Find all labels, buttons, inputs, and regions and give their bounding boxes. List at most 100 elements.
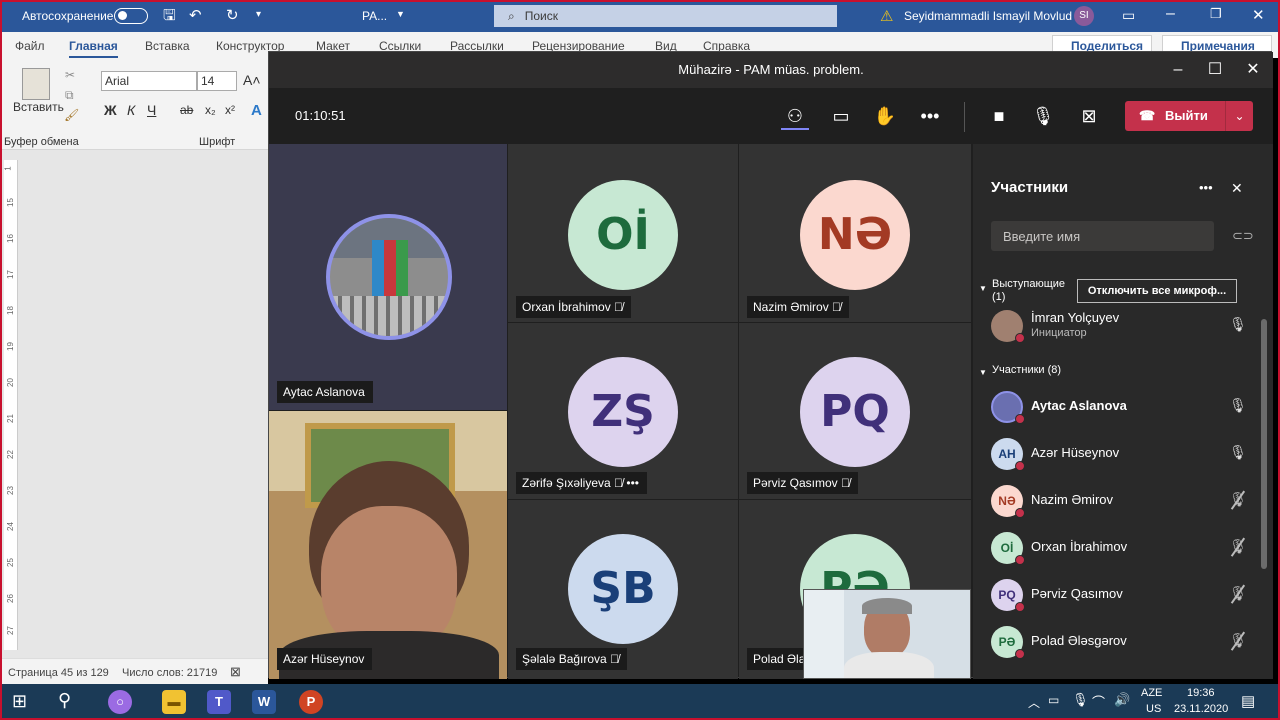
participants-toggle-icon[interactable]: ⚇ — [781, 102, 809, 130]
status-page[interactable]: Страница 45 из 129 — [8, 667, 109, 679]
cut-icon[interactable]: ✂ — [65, 68, 75, 82]
teams-maximize-icon[interactable]: ☐ — [1197, 52, 1233, 88]
close-icon[interactable]: ✕ — [1252, 6, 1265, 24]
participant-row[interactable]: PƏ Polad Ələsgərov 🎙 — [991, 622, 1261, 662]
user-avatar[interactable]: SI — [1074, 6, 1094, 26]
microphone-icon[interactable]: 🎙 — [1029, 102, 1057, 130]
subscript-button[interactable]: x₂ — [205, 103, 216, 117]
paste-icon[interactable] — [22, 68, 50, 100]
leave-button[interactable]: ☎ Выйти — [1125, 101, 1225, 131]
word-app-icon[interactable]: W — [252, 690, 276, 714]
participant-row[interactable]: AH Azər Hüseynov 🎙 — [991, 434, 1261, 474]
language-sub[interactable]: US — [1146, 703, 1161, 715]
title-chevron-down-icon[interactable]: ▼ — [396, 9, 405, 19]
video-tile[interactable]: ZŞ Zərifə Şıxəliyeva 🎙̸ ••• — [508, 323, 738, 499]
language-indicator[interactable]: AZE — [1141, 687, 1162, 699]
mute-all-button[interactable]: Отключить все микроф... — [1077, 279, 1237, 303]
muted-microphone-icon[interactable]: 🎙 — [1229, 491, 1247, 509]
user-name[interactable]: Seyidmammadli Ismayil Movlud — [904, 9, 1072, 23]
search-icon[interactable]: ⚲ — [58, 690, 71, 711]
bold-button[interactable]: Ж — [104, 102, 117, 118]
format-painter-icon[interactable]: 🖌 — [64, 108, 79, 122]
document-title[interactable]: PA... — [362, 9, 387, 23]
search-placeholder: Поиск — [524, 9, 558, 23]
participant-row[interactable]: PQ Pərviz Qasımov 🎙 — [991, 575, 1261, 615]
quick-access-menu-icon[interactable]: ▾ — [256, 9, 261, 20]
document-area[interactable]: 1 15 16 17 18 19 20 21 22 23 24 25 26 27 — [0, 150, 268, 658]
minimize-icon[interactable]: – — [1166, 5, 1175, 23]
underline-button[interactable]: Ч — [147, 102, 156, 118]
microphone-icon[interactable]: 🎙 — [1229, 444, 1247, 462]
microphone-tray-icon[interactable]: 🎙 — [1072, 692, 1089, 708]
proofing-icon[interactable]: ⊠ — [230, 664, 241, 680]
panel-close-icon[interactable]: ✕ — [1231, 180, 1243, 197]
more-actions-icon[interactable]: ••• — [916, 102, 944, 130]
leave-dropdown-icon[interactable]: ⌄ — [1225, 101, 1253, 131]
share-invite-icon[interactable]: ⊂⊃ — [1232, 228, 1254, 244]
camera-icon[interactable]: ■ — [985, 102, 1013, 130]
italic-button[interactable]: К — [127, 102, 135, 118]
stop-sharing-icon[interactable]: ⊠ — [1075, 102, 1103, 130]
cortana-icon[interactable]: ○ — [108, 690, 132, 714]
restore-icon[interactable]: ❐ — [1210, 6, 1222, 22]
menu-home[interactable]: Главная — [69, 39, 118, 59]
status-word-count[interactable]: Число слов: 21719 — [122, 667, 217, 679]
strikethrough-button[interactable]: ab — [180, 103, 193, 117]
menu-insert[interactable]: Вставка — [145, 39, 190, 53]
save-icon[interactable]: 🖫 — [163, 5, 176, 30]
video-tile[interactable]: PQ Pərviz Qasımov 🎙̸ — [739, 323, 971, 499]
microphone-icon[interactable]: 🎙 — [1229, 316, 1247, 334]
ruler-mark: 18 — [5, 306, 15, 315]
chat-icon[interactable]: ▭ — [827, 102, 855, 130]
participant-row[interactable]: NƏ Nazim Əmirov 🎙 — [991, 481, 1261, 521]
superscript-button[interactable]: x² — [225, 103, 235, 117]
panel-scrollbar[interactable] — [1261, 319, 1267, 569]
presence-status-icon — [1015, 414, 1025, 424]
windows-start-icon[interactable]: ⊞ — [12, 691, 27, 712]
autosave-toggle[interactable] — [114, 8, 148, 24]
grow-font-icon[interactable]: A˄ — [243, 72, 261, 88]
self-video-preview[interactable] — [803, 589, 971, 679]
redo-icon[interactable]: ↻ — [226, 6, 239, 24]
raise-hand-icon[interactable]: ✋ — [871, 102, 899, 130]
video-tile[interactable]: Aytac Aslanova — [269, 144, 507, 410]
font-name-select[interactable]: Arial — [101, 71, 197, 91]
volume-icon[interactable]: 🔊 — [1114, 692, 1130, 708]
paste-label[interactable]: Вставить — [13, 100, 64, 114]
presenter-row[interactable]: İmran Yolçuyev Инициатор 🎙 — [991, 306, 1261, 346]
panel-more-icon[interactable]: ••• — [1199, 180, 1213, 195]
network-icon[interactable]: ⌒ — [1092, 692, 1105, 711]
participant-row[interactable]: Oİ Orxan İbrahimov 🎙 — [991, 528, 1261, 568]
font-size-select[interactable]: 14 — [197, 71, 237, 91]
video-tile[interactable]: Azər Hüseynov — [269, 411, 507, 679]
file-explorer-icon[interactable]: ▬ — [162, 690, 186, 714]
clock-date[interactable]: 23.11.2020 — [1174, 703, 1228, 715]
video-tile[interactable]: Oİ Orxan İbrahimov 🎙̸ — [508, 144, 738, 322]
teams-minimize-icon[interactable]: – — [1160, 52, 1196, 88]
text-effects-icon[interactable]: A — [251, 102, 262, 119]
video-tile[interactable]: ŞB Şəlalə Bağırova 🎙̸ — [508, 500, 738, 679]
clock-time[interactable]: 19:36 — [1187, 687, 1215, 699]
powerpoint-app-icon[interactable]: P — [299, 690, 323, 714]
teams-app-icon[interactable]: T — [207, 690, 231, 714]
teams-close-icon[interactable]: ✕ — [1235, 52, 1271, 88]
muted-microphone-icon[interactable]: 🎙 — [1229, 538, 1247, 556]
tray-chevron-icon[interactable]: ︿ — [1028, 694, 1040, 711]
participant-row[interactable]: Aytac Aslanova 🎙 — [991, 387, 1261, 427]
undo-icon[interactable]: ↶ — [189, 6, 202, 24]
muted-microphone-icon[interactable]: 🎙 — [1229, 585, 1247, 603]
presenters-collapse-icon[interactable]: ▼ — [979, 284, 987, 293]
meeting-controls-bar: 01:10:51 ⚇ ▭ ✋ ••• ■ 🎙 ⊠ ☎ Выйти ⌄ — [269, 88, 1273, 144]
search-box[interactable]: ⌕ Поиск — [494, 5, 837, 27]
muted-microphone-icon[interactable]: 🎙 — [1229, 632, 1247, 650]
copy-icon[interactable]: ⧉ — [65, 88, 74, 103]
tile-more-icon[interactable]: ••• — [626, 476, 639, 490]
video-tile[interactable]: NƏ Nazim Əmirov 🎙̸ — [739, 144, 971, 322]
notification-icon[interactable]: ▤ — [1241, 692, 1255, 710]
participant-search-input[interactable] — [991, 221, 1214, 251]
battery-icon[interactable]: ▭ — [1048, 693, 1059, 707]
attendees-collapse-icon[interactable]: ▼ — [979, 368, 987, 377]
ribbon-display-icon[interactable]: ▭ — [1122, 7, 1135, 24]
microphone-icon[interactable]: 🎙 — [1229, 397, 1247, 415]
menu-file[interactable]: Файл — [15, 39, 45, 53]
